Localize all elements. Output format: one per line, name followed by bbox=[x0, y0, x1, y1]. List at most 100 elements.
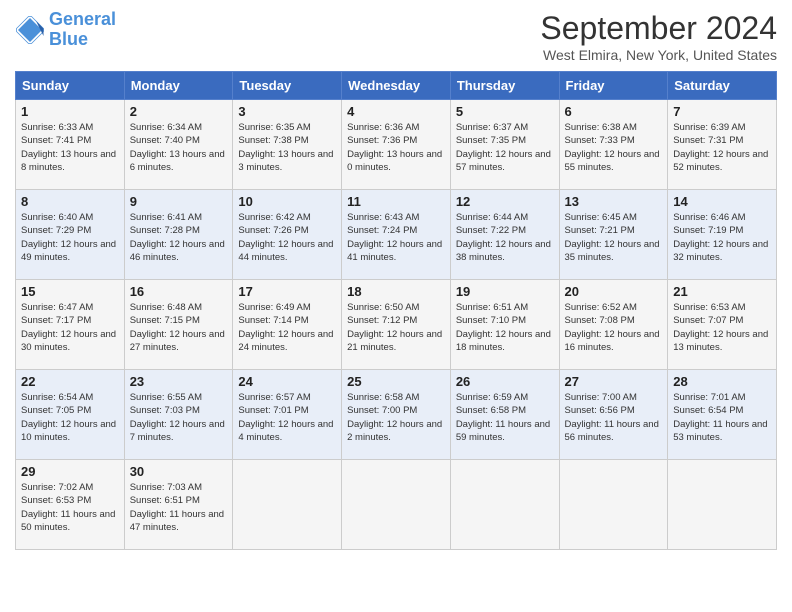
calendar-week-2: 8 Sunrise: 6:40 AM Sunset: 7:29 PM Dayli… bbox=[16, 190, 777, 280]
month-title: September 2024 bbox=[540, 10, 777, 47]
calendar-cell bbox=[559, 460, 668, 550]
calendar-cell: 19 Sunrise: 6:51 AM Sunset: 7:10 PM Dayl… bbox=[450, 280, 559, 370]
day-number: 12 bbox=[456, 194, 554, 209]
day-info: Sunrise: 6:52 AM Sunset: 7:08 PM Dayligh… bbox=[565, 301, 663, 354]
day-number: 4 bbox=[347, 104, 445, 119]
day-info: Sunrise: 6:42 AM Sunset: 7:26 PM Dayligh… bbox=[238, 211, 336, 264]
day-info: Sunrise: 6:39 AM Sunset: 7:31 PM Dayligh… bbox=[673, 121, 771, 174]
day-info: Sunrise: 6:34 AM Sunset: 7:40 PM Dayligh… bbox=[130, 121, 228, 174]
day-number: 22 bbox=[21, 374, 119, 389]
day-number: 28 bbox=[673, 374, 771, 389]
day-info: Sunrise: 6:51 AM Sunset: 7:10 PM Dayligh… bbox=[456, 301, 554, 354]
calendar-week-4: 22 Sunrise: 6:54 AM Sunset: 7:05 PM Dayl… bbox=[16, 370, 777, 460]
day-info: Sunrise: 6:46 AM Sunset: 7:19 PM Dayligh… bbox=[673, 211, 771, 264]
calendar-cell: 23 Sunrise: 6:55 AM Sunset: 7:03 PM Dayl… bbox=[124, 370, 233, 460]
col-tuesday: Tuesday bbox=[233, 72, 342, 100]
day-info: Sunrise: 6:53 AM Sunset: 7:07 PM Dayligh… bbox=[673, 301, 771, 354]
calendar-cell: 20 Sunrise: 6:52 AM Sunset: 7:08 PM Dayl… bbox=[559, 280, 668, 370]
day-number: 27 bbox=[565, 374, 663, 389]
calendar-cell: 2 Sunrise: 6:34 AM Sunset: 7:40 PM Dayli… bbox=[124, 100, 233, 190]
calendar-cell: 29 Sunrise: 7:02 AM Sunset: 6:53 PM Dayl… bbox=[16, 460, 125, 550]
calendar-cell: 7 Sunrise: 6:39 AM Sunset: 7:31 PM Dayli… bbox=[668, 100, 777, 190]
day-info: Sunrise: 6:33 AM Sunset: 7:41 PM Dayligh… bbox=[21, 121, 119, 174]
day-number: 9 bbox=[130, 194, 228, 209]
day-number: 13 bbox=[565, 194, 663, 209]
day-info: Sunrise: 6:36 AM Sunset: 7:36 PM Dayligh… bbox=[347, 121, 445, 174]
day-number: 21 bbox=[673, 284, 771, 299]
day-info: Sunrise: 7:03 AM Sunset: 6:51 PM Dayligh… bbox=[130, 481, 228, 534]
logo-icon bbox=[15, 15, 45, 45]
location: West Elmira, New York, United States bbox=[540, 47, 777, 63]
day-number: 29 bbox=[21, 464, 119, 479]
day-number: 17 bbox=[238, 284, 336, 299]
title-section: September 2024 West Elmira, New York, Un… bbox=[540, 10, 777, 63]
calendar-header-row: Sunday Monday Tuesday Wednesday Thursday… bbox=[16, 72, 777, 100]
day-info: Sunrise: 6:58 AM Sunset: 7:00 PM Dayligh… bbox=[347, 391, 445, 444]
day-number: 20 bbox=[565, 284, 663, 299]
calendar-cell: 25 Sunrise: 6:58 AM Sunset: 7:00 PM Dayl… bbox=[342, 370, 451, 460]
day-number: 3 bbox=[238, 104, 336, 119]
calendar-cell: 9 Sunrise: 6:41 AM Sunset: 7:28 PM Dayli… bbox=[124, 190, 233, 280]
day-number: 6 bbox=[565, 104, 663, 119]
calendar-table: Sunday Monday Tuesday Wednesday Thursday… bbox=[15, 71, 777, 550]
calendar-cell: 3 Sunrise: 6:35 AM Sunset: 7:38 PM Dayli… bbox=[233, 100, 342, 190]
calendar-cell: 13 Sunrise: 6:45 AM Sunset: 7:21 PM Dayl… bbox=[559, 190, 668, 280]
day-info: Sunrise: 6:45 AM Sunset: 7:21 PM Dayligh… bbox=[565, 211, 663, 264]
calendar-cell: 24 Sunrise: 6:57 AM Sunset: 7:01 PM Dayl… bbox=[233, 370, 342, 460]
calendar-cell: 1 Sunrise: 6:33 AM Sunset: 7:41 PM Dayli… bbox=[16, 100, 125, 190]
col-thursday: Thursday bbox=[450, 72, 559, 100]
calendar-cell: 28 Sunrise: 7:01 AM Sunset: 6:54 PM Dayl… bbox=[668, 370, 777, 460]
day-number: 30 bbox=[130, 464, 228, 479]
calendar-cell: 22 Sunrise: 6:54 AM Sunset: 7:05 PM Dayl… bbox=[16, 370, 125, 460]
day-info: Sunrise: 6:44 AM Sunset: 7:22 PM Dayligh… bbox=[456, 211, 554, 264]
col-saturday: Saturday bbox=[668, 72, 777, 100]
calendar-cell: 15 Sunrise: 6:47 AM Sunset: 7:17 PM Dayl… bbox=[16, 280, 125, 370]
calendar-cell: 14 Sunrise: 6:46 AM Sunset: 7:19 PM Dayl… bbox=[668, 190, 777, 280]
calendar-cell bbox=[342, 460, 451, 550]
day-info: Sunrise: 7:00 AM Sunset: 6:56 PM Dayligh… bbox=[565, 391, 663, 444]
col-wednesday: Wednesday bbox=[342, 72, 451, 100]
day-info: Sunrise: 6:47 AM Sunset: 7:17 PM Dayligh… bbox=[21, 301, 119, 354]
day-number: 7 bbox=[673, 104, 771, 119]
day-info: Sunrise: 6:35 AM Sunset: 7:38 PM Dayligh… bbox=[238, 121, 336, 174]
day-number: 1 bbox=[21, 104, 119, 119]
day-number: 2 bbox=[130, 104, 228, 119]
day-info: Sunrise: 7:02 AM Sunset: 6:53 PM Dayligh… bbox=[21, 481, 119, 534]
calendar-cell: 12 Sunrise: 6:44 AM Sunset: 7:22 PM Dayl… bbox=[450, 190, 559, 280]
calendar-week-5: 29 Sunrise: 7:02 AM Sunset: 6:53 PM Dayl… bbox=[16, 460, 777, 550]
calendar-cell: 26 Sunrise: 6:59 AM Sunset: 6:58 PM Dayl… bbox=[450, 370, 559, 460]
page-header: General Blue September 2024 West Elmira,… bbox=[15, 10, 777, 63]
day-number: 25 bbox=[347, 374, 445, 389]
calendar-week-1: 1 Sunrise: 6:33 AM Sunset: 7:41 PM Dayli… bbox=[16, 100, 777, 190]
calendar-cell: 27 Sunrise: 7:00 AM Sunset: 6:56 PM Dayl… bbox=[559, 370, 668, 460]
day-info: Sunrise: 7:01 AM Sunset: 6:54 PM Dayligh… bbox=[673, 391, 771, 444]
calendar-cell bbox=[450, 460, 559, 550]
calendar-cell: 11 Sunrise: 6:43 AM Sunset: 7:24 PM Dayl… bbox=[342, 190, 451, 280]
calendar-cell: 17 Sunrise: 6:49 AM Sunset: 7:14 PM Dayl… bbox=[233, 280, 342, 370]
day-info: Sunrise: 6:48 AM Sunset: 7:15 PM Dayligh… bbox=[130, 301, 228, 354]
calendar-cell bbox=[668, 460, 777, 550]
calendar-cell: 16 Sunrise: 6:48 AM Sunset: 7:15 PM Dayl… bbox=[124, 280, 233, 370]
day-info: Sunrise: 6:41 AM Sunset: 7:28 PM Dayligh… bbox=[130, 211, 228, 264]
col-friday: Friday bbox=[559, 72, 668, 100]
day-number: 5 bbox=[456, 104, 554, 119]
calendar-cell: 8 Sunrise: 6:40 AM Sunset: 7:29 PM Dayli… bbox=[16, 190, 125, 280]
day-number: 18 bbox=[347, 284, 445, 299]
day-number: 23 bbox=[130, 374, 228, 389]
day-number: 26 bbox=[456, 374, 554, 389]
day-info: Sunrise: 6:54 AM Sunset: 7:05 PM Dayligh… bbox=[21, 391, 119, 444]
day-info: Sunrise: 6:55 AM Sunset: 7:03 PM Dayligh… bbox=[130, 391, 228, 444]
calendar-cell: 6 Sunrise: 6:38 AM Sunset: 7:33 PM Dayli… bbox=[559, 100, 668, 190]
calendar-cell: 5 Sunrise: 6:37 AM Sunset: 7:35 PM Dayli… bbox=[450, 100, 559, 190]
day-info: Sunrise: 6:49 AM Sunset: 7:14 PM Dayligh… bbox=[238, 301, 336, 354]
calendar-cell: 10 Sunrise: 6:42 AM Sunset: 7:26 PM Dayl… bbox=[233, 190, 342, 280]
logo-text: General Blue bbox=[49, 10, 116, 50]
day-info: Sunrise: 6:40 AM Sunset: 7:29 PM Dayligh… bbox=[21, 211, 119, 264]
day-info: Sunrise: 6:57 AM Sunset: 7:01 PM Dayligh… bbox=[238, 391, 336, 444]
day-info: Sunrise: 6:37 AM Sunset: 7:35 PM Dayligh… bbox=[456, 121, 554, 174]
logo: General Blue bbox=[15, 10, 116, 50]
calendar-cell: 18 Sunrise: 6:50 AM Sunset: 7:12 PM Dayl… bbox=[342, 280, 451, 370]
day-info: Sunrise: 6:50 AM Sunset: 7:12 PM Dayligh… bbox=[347, 301, 445, 354]
day-number: 11 bbox=[347, 194, 445, 209]
col-sunday: Sunday bbox=[16, 72, 125, 100]
